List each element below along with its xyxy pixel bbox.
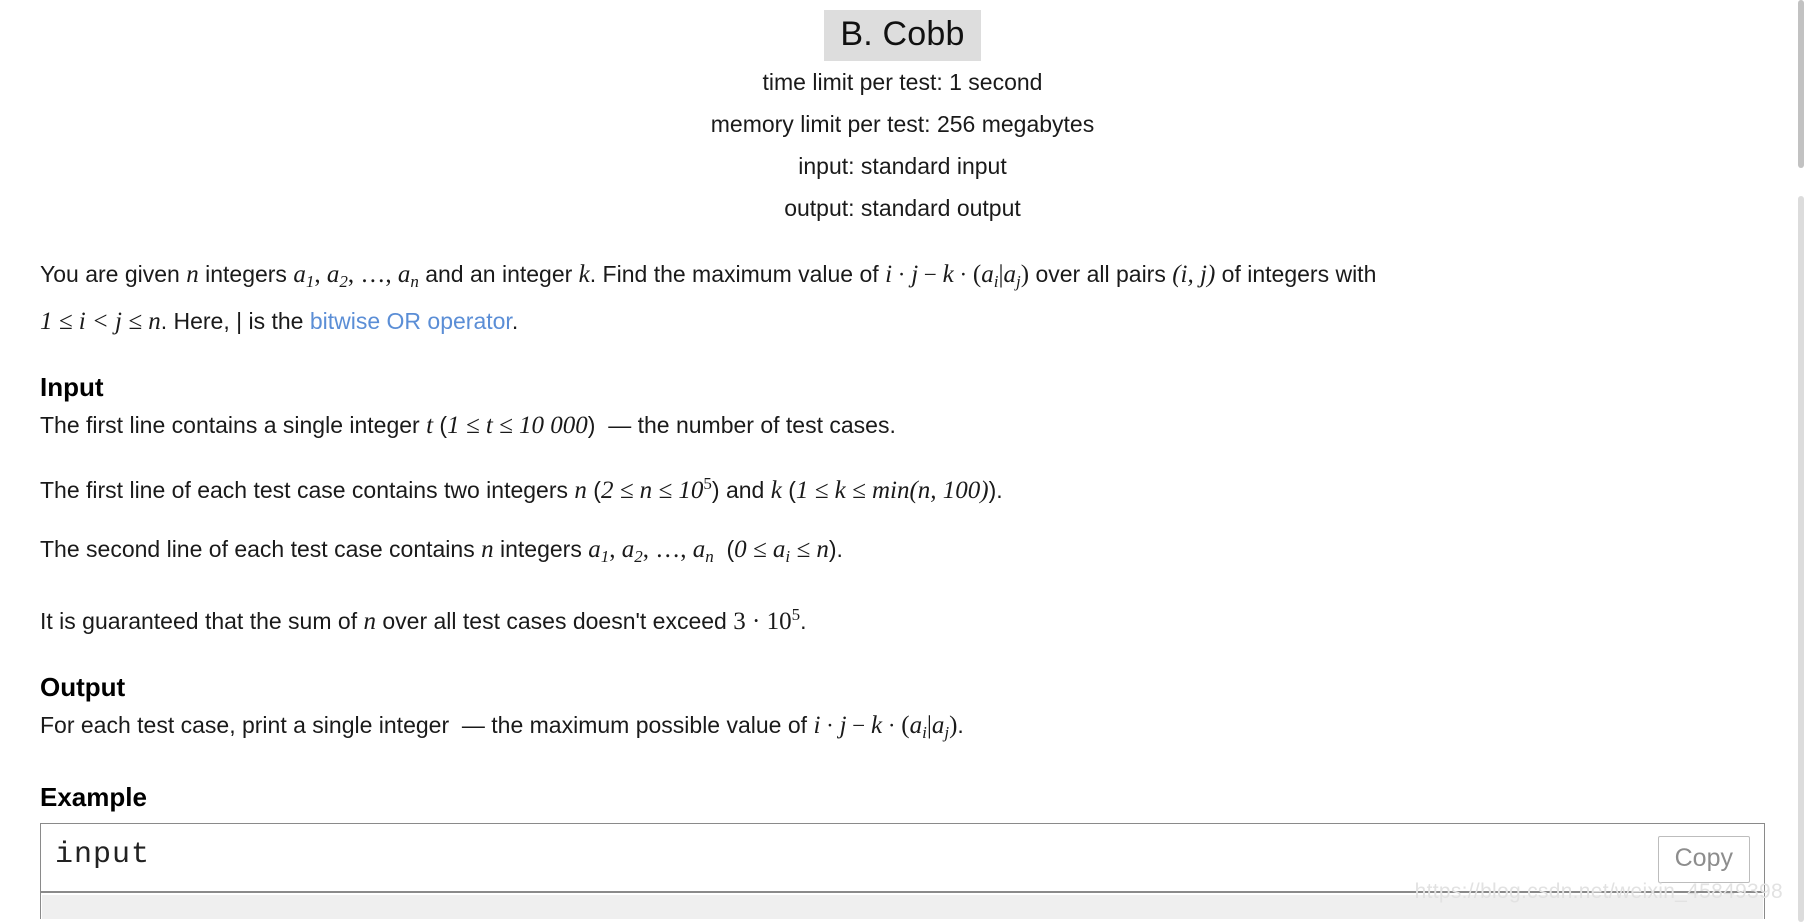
text: ( (720, 536, 735, 563)
text: It is guaranteed that the sum of (40, 607, 364, 634)
t-range: 1 ≤ t ≤ 10 000 (447, 412, 588, 440)
input-paragraph-1: The first line contains a single integer… (40, 405, 1765, 446)
formula-k: k (871, 711, 883, 739)
problem-statement: You are given n integers a1, a2, …, an a… (40, 254, 1765, 343)
comma: , (680, 536, 693, 564)
time-limit-text: time limit per test: 1 second (762, 68, 1043, 95)
text: — the maximum possible value of (461, 711, 814, 738)
bitwise-or-link[interactable]: bitwise OR operator (310, 308, 512, 334)
copy-button[interactable]: Copy (1657, 836, 1750, 884)
memory-limit-text: memory limit per test: 256 megabytes (710, 110, 1095, 137)
text: ) (587, 412, 596, 439)
var-an: an (397, 260, 419, 291)
example-input-label: input (55, 838, 151, 873)
statement-text: . Find the maximum value of (589, 260, 886, 287)
formula-dot: · (953, 261, 973, 287)
vertical-scrollbar[interactable] (1796, 0, 1805, 922)
paren-close: ) (1020, 260, 1030, 288)
var-k: k (578, 260, 590, 288)
var-n: n (574, 477, 587, 505)
ai-range: 0 ≤ ai ≤ n (734, 536, 829, 566)
formula-j: j (839, 711, 847, 739)
var-k: k (770, 477, 782, 505)
statement-text: and an integer (418, 260, 579, 287)
page-title: B. Cobb (824, 10, 981, 61)
comma: , (385, 260, 398, 288)
comma: , (347, 260, 361, 288)
var-t: t (426, 412, 434, 440)
text: ). (988, 477, 1003, 504)
text: over all test cases doesn't exceed (375, 607, 734, 634)
var-a1: a1 (588, 536, 610, 566)
text: ) and (711, 477, 771, 504)
formula-k: k (942, 260, 954, 288)
text: ( (781, 477, 796, 504)
text: . (957, 711, 964, 738)
output-paragraph-1: For each test case, print a single integ… (40, 705, 1765, 753)
var-n: n (363, 607, 376, 635)
paren-open: ( (972, 260, 982, 288)
var-n: n (186, 260, 199, 288)
k-range: 1 ≤ k ≤ min(n, 100) (795, 477, 989, 505)
formula-ai: ai (909, 711, 927, 742)
input-mode-text: input: standard input (798, 152, 1007, 179)
text: ). (828, 536, 843, 563)
example-input-block: input Copy (40, 823, 1765, 920)
pair-ij: (i, j) (1172, 260, 1216, 288)
input-paragraph-4: It is guaranteed that the sum of n over … (40, 595, 1765, 642)
comma: , (609, 536, 622, 564)
text: The first line of each test case contain… (40, 477, 575, 504)
formula-minus: − (846, 712, 871, 738)
statement-text: of integers with (1215, 260, 1377, 287)
statement-text: . (511, 308, 519, 335)
problem-content: You are given n integers a1, a2, …, an a… (0, 254, 1805, 920)
var-a1: a1 (293, 260, 315, 291)
var-a2: a2 (326, 260, 348, 291)
formula-aj: aj (931, 711, 950, 742)
input-paragraph-2: The first line of each test case contain… (40, 464, 1765, 511)
comma: , (314, 260, 327, 288)
text: — the number of test cases. (608, 412, 896, 439)
example-divider (41, 891, 1764, 894)
text: ( (433, 412, 448, 439)
var-a2: a2 (621, 536, 643, 566)
formula-dot: · (882, 712, 902, 738)
output-mode-text: output: standard output (784, 194, 1021, 221)
formula-minus: − (918, 261, 943, 287)
statement-text: over all pairs (1029, 260, 1173, 287)
text: The second line of each test case contai… (40, 536, 482, 563)
text: integers (493, 536, 589, 563)
output-section-heading: Output (40, 671, 126, 702)
formula-aj: aj (1003, 260, 1021, 291)
statement-text: integers (198, 260, 294, 287)
formula-ai: ai (981, 260, 999, 291)
formula-i: i (885, 260, 893, 288)
paren-open: ( (901, 711, 910, 739)
text: . (800, 607, 807, 634)
statement-text: You are given (40, 260, 187, 287)
statement-text: . Here, | is the (160, 308, 310, 335)
inequality-constraint: 1 ≤ i < j ≤ n (40, 308, 161, 336)
problem-page: B. Cobb time limit per test: 1 second me… (0, 0, 1805, 922)
text: For each test case, print a single integ… (40, 711, 456, 738)
n-range: 2 ≤ n ≤ 105 (600, 474, 712, 505)
scrollbar-thumb[interactable] (1798, 0, 1804, 168)
sum-bound: 3 · 105 (733, 604, 801, 635)
text: The first line contains a single integer (40, 412, 427, 439)
example-section-heading: Example (40, 782, 147, 813)
var-an: an (692, 536, 714, 566)
text: ( (586, 477, 601, 504)
input-section-heading: Input (40, 372, 104, 403)
input-paragraph-3: The second line of each test case contai… (40, 529, 1765, 577)
var-n: n (481, 536, 494, 564)
formula-dot: · (820, 712, 840, 738)
ellipsis: … (360, 260, 386, 288)
formula-dot: · (892, 261, 912, 287)
comma: , (642, 536, 656, 564)
example-content-area (42, 895, 1763, 920)
problem-header: B. Cobb time limit per test: 1 second me… (0, 0, 1805, 229)
ellipsis: … (655, 536, 681, 564)
scrollbar-track-lower[interactable] (1798, 196, 1804, 922)
